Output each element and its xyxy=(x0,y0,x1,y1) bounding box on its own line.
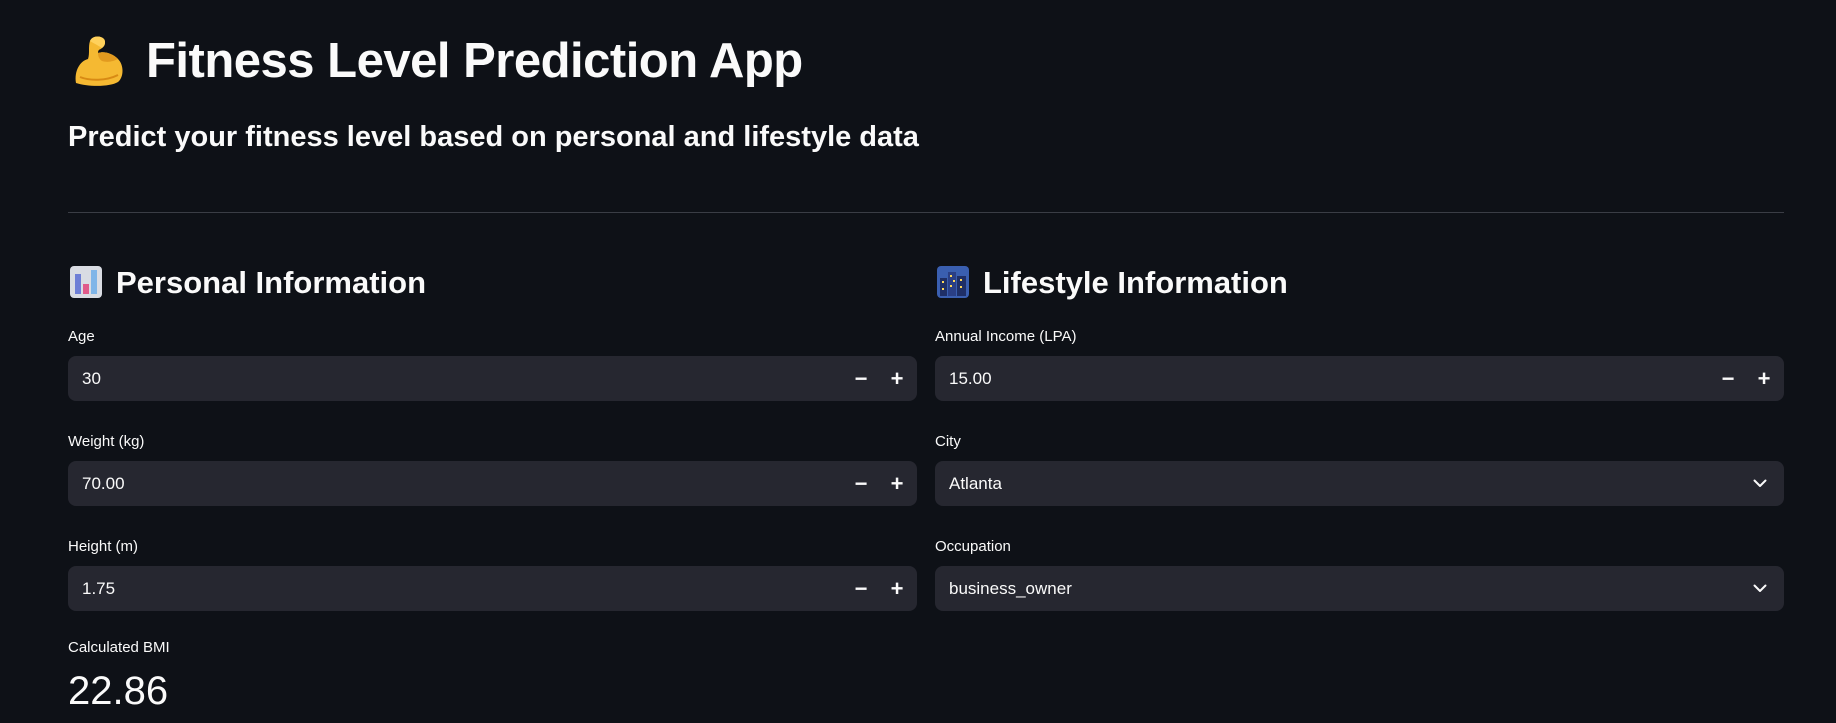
bar-chart-icon xyxy=(70,266,102,298)
weight-field: Weight (kg) 70.00 − + xyxy=(68,431,917,506)
occupation-field: Occupation business_owner xyxy=(935,536,1784,611)
flexed-biceps-icon xyxy=(75,36,123,86)
age-stepper: − + xyxy=(843,356,917,401)
app-page: Fitness Level Prediction App Predict you… xyxy=(0,0,1836,723)
income-value[interactable]: 15.00 xyxy=(935,369,1710,389)
height-label: Height (m) xyxy=(68,538,139,555)
age-value[interactable]: 30 xyxy=(68,369,843,389)
page-title: Fitness Level Prediction App xyxy=(146,33,803,88)
personal-info-header: Personal Information xyxy=(68,262,917,302)
occupation-value[interactable]: business_owner xyxy=(935,579,1737,599)
age-increment-button[interactable]: + xyxy=(879,356,915,401)
bmi-metric: Calculated BMI 22.86 xyxy=(68,637,917,711)
income-stepper: − + xyxy=(1710,356,1784,401)
height-input[interactable]: 1.75 − + xyxy=(68,566,917,611)
height-value[interactable]: 1.75 xyxy=(68,579,843,599)
income-input[interactable]: 15.00 − + xyxy=(935,356,1784,401)
personal-info-section: Personal Information Age 30 − + Weight (… xyxy=(68,262,917,711)
weight-stepper: − + xyxy=(843,461,917,506)
age-field: Age 30 − + xyxy=(68,326,917,401)
divider xyxy=(68,212,1784,213)
income-field: Annual Income (LPA) 15.00 − + xyxy=(935,326,1784,401)
occupation-select[interactable]: business_owner xyxy=(935,566,1784,611)
city-value[interactable]: Atlanta xyxy=(935,474,1737,494)
weight-increment-button[interactable]: + xyxy=(879,461,915,506)
income-increment-button[interactable]: + xyxy=(1746,356,1782,401)
age-input[interactable]: 30 − + xyxy=(68,356,917,401)
weight-value[interactable]: 70.00 xyxy=(68,474,843,494)
chevron-down-icon[interactable] xyxy=(1737,566,1782,611)
bmi-label: Calculated BMI xyxy=(68,639,170,656)
income-label: Annual Income (LPA) xyxy=(935,328,1077,345)
age-label: Age xyxy=(68,328,95,345)
height-decrement-button[interactable]: − xyxy=(843,566,879,611)
city-select[interactable]: Atlanta xyxy=(935,461,1784,506)
height-stepper: − + xyxy=(843,566,917,611)
page-subtitle: Predict your fitness level based on pers… xyxy=(68,121,919,153)
lifestyle-info-header: Lifestyle Information xyxy=(935,262,1784,302)
lifestyle-info-title: Lifestyle Information xyxy=(983,264,1288,300)
age-decrement-button[interactable]: − xyxy=(843,356,879,401)
lifestyle-info-section: Lifestyle Information Annual Income (LPA… xyxy=(935,262,1784,641)
title-row: Fitness Level Prediction App xyxy=(68,30,803,92)
height-field: Height (m) 1.75 − + xyxy=(68,536,917,611)
city-field: City Atlanta xyxy=(935,431,1784,506)
weight-decrement-button[interactable]: − xyxy=(843,461,879,506)
occupation-label: Occupation xyxy=(935,538,1011,555)
cityscape-icon xyxy=(937,266,969,298)
city-label: City xyxy=(935,433,961,450)
chevron-down-icon[interactable] xyxy=(1737,461,1782,506)
bmi-value: 22.86 xyxy=(68,669,169,713)
weight-input[interactable]: 70.00 − + xyxy=(68,461,917,506)
height-increment-button[interactable]: + xyxy=(879,566,915,611)
weight-label: Weight (kg) xyxy=(68,433,145,450)
income-decrement-button[interactable]: − xyxy=(1710,356,1746,401)
personal-info-title: Personal Information xyxy=(116,264,427,300)
